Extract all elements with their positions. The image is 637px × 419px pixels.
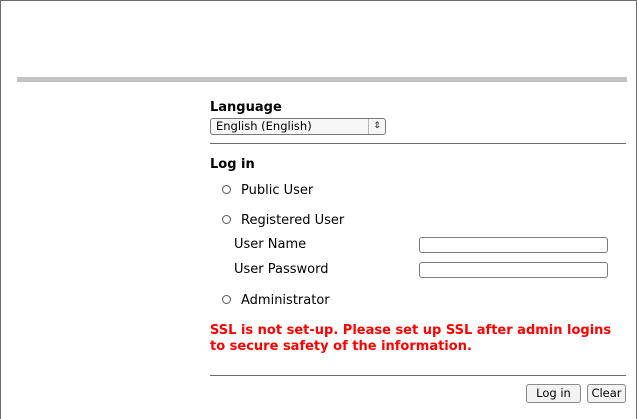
header-divider-bar xyxy=(17,77,627,82)
language-select-value: English (English) xyxy=(216,119,312,133)
radio-button[interactable] xyxy=(222,215,231,224)
section-divider xyxy=(210,143,626,144)
user-password-input[interactable] xyxy=(419,262,608,278)
updown-chevron-icon: ⇕ xyxy=(368,119,385,134)
radio-button[interactable] xyxy=(222,185,231,194)
radio-label: Registered User xyxy=(241,213,345,228)
login-heading: Log in xyxy=(210,157,255,172)
user-password-label: User Password xyxy=(234,262,329,277)
radio-registered-user[interactable]: Registered User xyxy=(222,212,344,230)
login-button[interactable]: Log in xyxy=(526,384,581,403)
radio-label: Public User xyxy=(241,183,314,198)
user-name-label: User Name xyxy=(234,237,307,252)
language-heading: Language xyxy=(210,100,282,115)
radio-public-user[interactable]: Public User xyxy=(222,182,313,200)
ssl-warning: SSL is not set-up. Please set up SSL aft… xyxy=(210,323,612,354)
language-select[interactable]: English (English) ⇕ xyxy=(210,118,386,135)
window-frame xyxy=(0,0,637,419)
clear-button[interactable]: Clear xyxy=(587,384,626,403)
user-name-input[interactable] xyxy=(419,237,608,253)
footer-divider xyxy=(210,375,626,376)
radio-button[interactable] xyxy=(222,295,231,304)
radio-administrator[interactable]: Administrator xyxy=(222,292,330,310)
radio-label: Administrator xyxy=(241,293,330,308)
